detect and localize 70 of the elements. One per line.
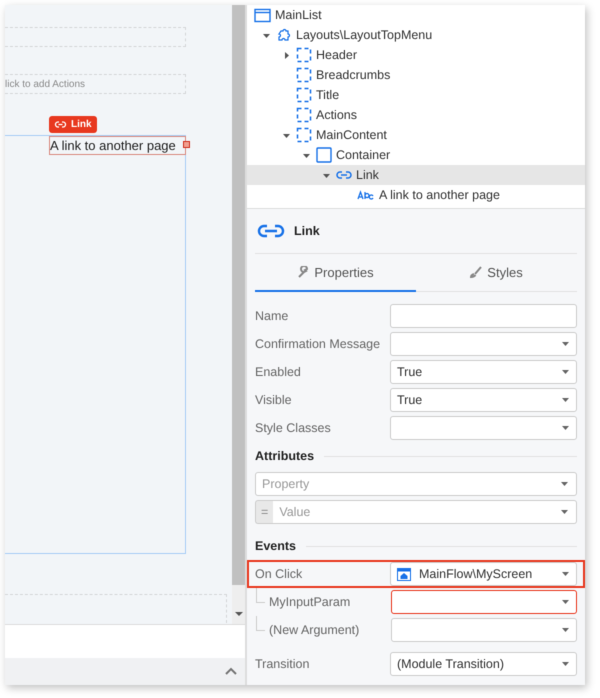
scrollbar-thumb[interactable] [232,5,246,585]
dropdown-field[interactable]: True [390,360,577,384]
window-icon [254,8,271,22]
link-icon [257,223,285,239]
dropdown-caret-icon [560,481,569,487]
property-label: Visible [255,393,293,407]
screen-icon [397,568,411,580]
placeholder-icon [296,87,312,103]
brush-icon [470,266,482,278]
tree-item[interactable]: Actions [247,105,585,125]
panel-tab[interactable]: Styles [416,254,577,292]
property-label: MyInputParam [269,595,352,609]
property-label: Transition [255,657,310,671]
panel-tab[interactable]: Properties [255,254,416,292]
collapse-icon[interactable] [262,32,270,38]
dropdown-field[interactable]: True [390,388,577,412]
text-type-icon [356,189,375,201]
tree-item[interactable]: Link [247,165,585,185]
chevron-up-icon[interactable] [225,667,237,676]
collapse-icon[interactable] [302,152,310,158]
section-heading: Events [255,539,296,553]
tree-item[interactable]: Breadcrumbs [247,65,585,85]
dropdown-caret-icon [561,425,570,431]
resize-handle[interactable] [183,141,190,148]
tree-item[interactable]: Title [247,85,585,105]
dropdown-field[interactable] [390,416,577,440]
property-field[interactable]: Property [255,472,577,496]
placeholder-icon [296,47,312,63]
dropdown-caret-icon [561,599,570,605]
tree-item[interactable]: A link to another page [247,185,585,205]
dropdown-field[interactable]: (Module Transition) [390,652,577,676]
tree-item[interactable]: MainContent [247,125,585,145]
dropdown-caret-icon [561,627,570,633]
property-label: Enabled [255,365,302,379]
placeholder-icon [296,67,312,83]
puzzle-icon [276,28,292,42]
property-label: (New Argument) [269,623,360,637]
dropdown-caret-icon [561,571,570,577]
property-label: Confirmation Message [255,337,382,351]
tree-connector-line [256,616,265,631]
selection-title: Link [294,224,320,238]
collapse-icon[interactable] [322,172,330,178]
link-icon [54,120,67,129]
property-label: Style Classes [255,421,332,435]
dropdown-caret-icon [561,341,570,347]
dropdown-caret-icon [561,661,570,667]
tree-item[interactable]: MainList [247,5,585,25]
tree-item[interactable]: Header [247,45,585,65]
tree-connector-line [256,588,265,603]
tree-item[interactable]: Layouts\LayoutTopMenu [247,25,585,45]
property-label: Name [255,309,290,323]
placeholder-icon [296,127,312,143]
link-badge: Link [49,116,97,133]
dropdown-caret-icon [561,369,570,375]
dropdown-caret-icon [561,397,570,403]
tree-item[interactable]: Container [247,145,585,165]
dropdown-field[interactable] [391,618,577,642]
dropdown-field[interactable]: MainFlow\MyScreen [390,562,577,586]
text-field[interactable] [390,304,577,328]
section-heading: Attributes [255,449,314,463]
dropdown-field[interactable] [391,590,577,614]
expand-icon[interactable] [282,50,290,60]
container-icon [316,147,332,163]
wrench-icon [297,266,310,278]
placeholder-icon [296,107,312,123]
link-icon [336,169,352,181]
dropdown-field[interactable] [390,332,577,356]
property-label: On Click [255,567,304,581]
scroll-down-icon[interactable] [234,610,244,617]
collapse-icon[interactable] [282,132,290,138]
